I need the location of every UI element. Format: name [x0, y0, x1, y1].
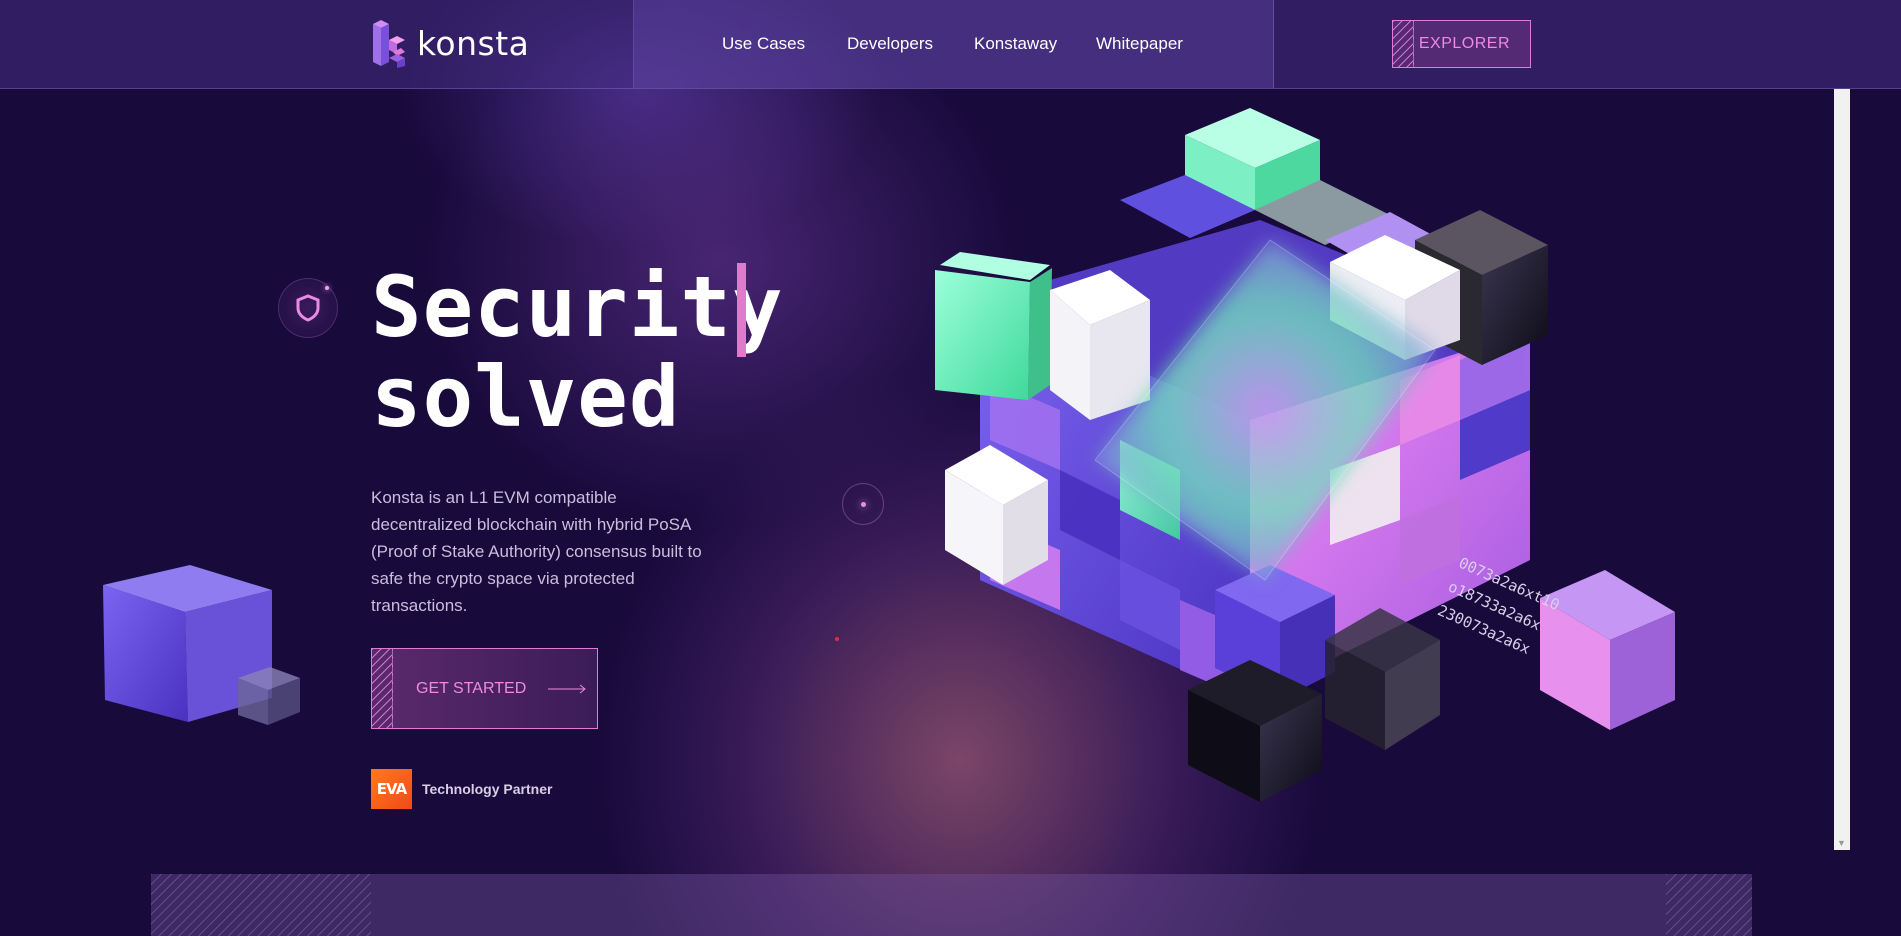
- get-started-label: GET STARTED: [416, 679, 527, 697]
- red-dot-decoration: [835, 637, 839, 641]
- nav-whitepaper[interactable]: Whitepaper: [1096, 34, 1183, 54]
- header-divider: [633, 0, 634, 88]
- nav-konstaway[interactable]: Konstaway: [974, 34, 1057, 54]
- glow-dot-decoration: [842, 483, 884, 525]
- hero-title-line-2: solved: [371, 348, 681, 446]
- scroll-down-arrow-icon[interactable]: ▼: [1837, 838, 1846, 848]
- nav-use-cases[interactable]: Use Cases: [722, 34, 805, 54]
- panel-hatch-left: [151, 874, 371, 936]
- nav-developers[interactable]: Developers: [847, 34, 933, 54]
- eva-logo: EVA: [371, 769, 412, 809]
- konsta-logo[interactable]: konsta: [371, 18, 529, 68]
- panel-hatch-right: [1666, 874, 1752, 936]
- logo-wordmark: konsta: [417, 23, 530, 63]
- hero-description: Konsta is an L1 EVM compatible decentral…: [371, 488, 702, 615]
- header-divider: [1273, 0, 1274, 88]
- technology-partner[interactable]: EVA Technology Partner: [371, 769, 552, 809]
- get-started-button[interactable]: GET STARTED: [371, 648, 598, 729]
- partner-label: Technology Partner: [422, 781, 553, 797]
- bottom-panel: [151, 874, 1752, 936]
- vertical-scrollbar[interactable]: ▼: [1834, 89, 1850, 850]
- shield-icon: [296, 294, 320, 322]
- button-hatch-decoration: [1393, 21, 1414, 67]
- konsta-logo-icon: [373, 20, 405, 68]
- hero-title-line-1: Security: [371, 258, 784, 356]
- arrow-right-icon: [548, 684, 588, 694]
- background-glow: [0, 0, 1901, 936]
- sparkle-dot: [325, 286, 329, 290]
- button-hatch-decoration: [372, 649, 393, 728]
- hero-title: Security solved: [371, 262, 784, 442]
- typing-caret: [737, 263, 746, 357]
- site-header: konsta Use Cases Developers Konstaway Wh…: [0, 0, 1901, 89]
- shield-badge: [278, 278, 338, 338]
- explorer-button-label: EXPLORER: [1418, 35, 1510, 52]
- explorer-button[interactable]: EXPLORER: [1392, 20, 1531, 68]
